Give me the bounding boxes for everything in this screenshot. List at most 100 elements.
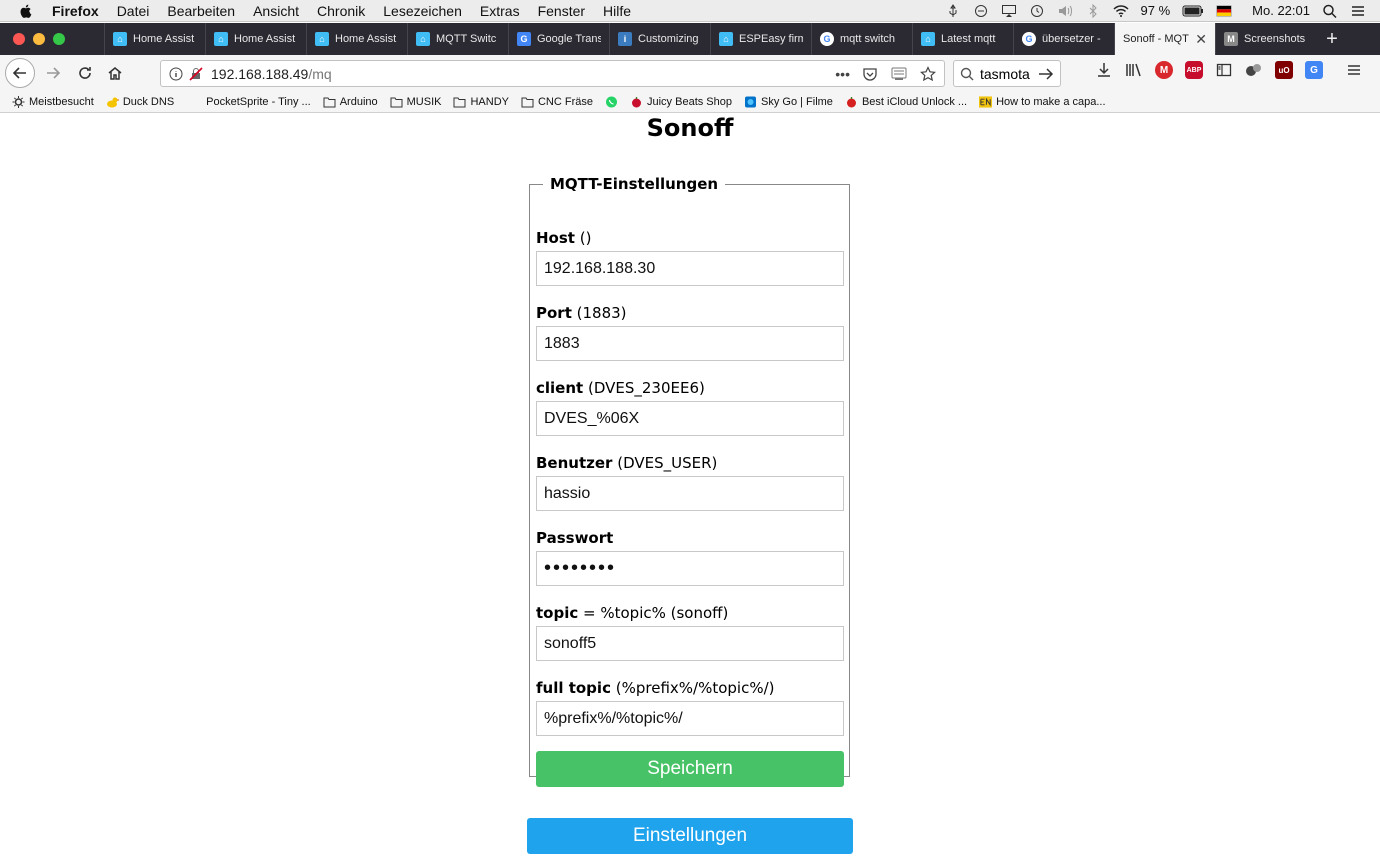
- tab-screenshots[interactable]: M Screenshots: [1215, 23, 1316, 55]
- wifi-icon[interactable]: [1113, 4, 1129, 18]
- tab-home-assistant-3[interactable]: ⌂ Home Assist: [306, 23, 407, 55]
- sidebar-icon[interactable]: [1215, 61, 1233, 79]
- settings-button[interactable]: Einstellungen: [527, 818, 853, 854]
- tab-mqtt-switch-google[interactable]: G mqtt switch: [811, 23, 912, 55]
- volume-icon[interactable]: [1057, 4, 1073, 18]
- thermometer-icon: i: [618, 32, 632, 46]
- topic-input[interactable]: [536, 626, 844, 661]
- menu-hilfe[interactable]: Hilfe: [603, 3, 631, 19]
- battery-icon[interactable]: [1182, 4, 1204, 18]
- folder-icon: [390, 97, 403, 107]
- user-input[interactable]: [536, 476, 844, 511]
- bookmark-whatsapp[interactable]: [605, 96, 618, 108]
- menu-lesezeichen[interactable]: Lesezeichen: [383, 3, 462, 19]
- url-bar[interactable]: 192.168.188.49/mq •••: [160, 60, 945, 87]
- url-actions: •••: [835, 66, 944, 82]
- bookmark-pocketsprite[interactable]: PocketSprite - Tiny ...: [206, 96, 311, 108]
- info-icon[interactable]: [169, 67, 183, 81]
- home-assistant-icon: ⌂: [719, 32, 733, 46]
- time-machine-icon[interactable]: [1029, 4, 1045, 18]
- mega-extension-icon[interactable]: M: [1155, 61, 1173, 79]
- client-hint: (DVES_230EE6): [587, 379, 705, 397]
- tab-mqtt-switch[interactable]: ⌂ MQTT Switc: [407, 23, 508, 55]
- bluetooth-icon[interactable]: [1085, 3, 1101, 18]
- close-tab-icon[interactable]: ✕: [1195, 31, 1207, 48]
- full-topic-field: full topic (%prefix%/%topic%/): [536, 678, 844, 736]
- url-path: /mq: [308, 65, 332, 82]
- gear-icon: [12, 95, 25, 108]
- menu-chronik[interactable]: Chronik: [317, 3, 365, 19]
- flag-icon[interactable]: [1216, 4, 1232, 18]
- home-button[interactable]: [101, 59, 129, 87]
- bookmark-label: Sky Go | Filme: [761, 95, 833, 108]
- tab-strip: ⌂ Home Assist ⌂ Home Assist ⌂ Home Assis…: [0, 23, 1380, 55]
- hamburger-menu-icon[interactable]: [1345, 61, 1363, 79]
- menubar-clock[interactable]: Mo. 22:01: [1252, 3, 1310, 18]
- tab-home-assistant-1[interactable]: ⌂ Home Assist: [104, 23, 205, 55]
- extension-bubbles-icon[interactable]: [1245, 61, 1263, 79]
- reload-icon: [79, 67, 91, 79]
- full-topic-input[interactable]: [536, 701, 844, 736]
- notification-center-icon[interactable]: [1350, 4, 1366, 18]
- reader-view-icon[interactable]: [890, 66, 908, 82]
- new-tab-button[interactable]: +: [1316, 23, 1348, 55]
- menu-app-name[interactable]: Firefox: [52, 3, 99, 19]
- port-input[interactable]: [536, 326, 844, 361]
- minimize-window-button[interactable]: [33, 33, 45, 45]
- home-assistant-icon: ⌂: [214, 32, 228, 46]
- reload-button[interactable]: [71, 59, 99, 87]
- spotlight-search-icon[interactable]: [1322, 4, 1338, 18]
- bookmark-star-icon[interactable]: [920, 65, 936, 82]
- tab-customizing[interactable]: i Customizing: [609, 23, 710, 55]
- host-label: Host (): [536, 228, 844, 248]
- tab-google-translate[interactable]: G Google Trans: [508, 23, 609, 55]
- adblock-plus-icon[interactable]: ABP: [1185, 61, 1203, 79]
- menu-fenster[interactable]: Fenster: [538, 3, 585, 19]
- insecure-lock-icon[interactable]: [189, 66, 203, 81]
- usb-icon[interactable]: [945, 3, 961, 18]
- library-icon[interactable]: [1125, 61, 1143, 79]
- menu-bearbeiten[interactable]: Bearbeiten: [167, 3, 235, 19]
- bookmark-label: Arduino: [339, 95, 378, 108]
- bookmark-folder-arduino[interactable]: Arduino: [323, 96, 378, 108]
- sync-icon[interactable]: [973, 4, 989, 18]
- client-field: client (DVES_230EE6): [536, 378, 844, 436]
- menu-extras[interactable]: Extras: [480, 3, 520, 19]
- bookmark-sky-go[interactable]: Sky Go | Filme: [744, 96, 833, 108]
- screenshots-icon: M: [1224, 32, 1238, 46]
- ublock-origin-icon[interactable]: uO: [1275, 61, 1293, 79]
- forward-button[interactable]: [39, 59, 67, 87]
- host-input[interactable]: [536, 251, 844, 286]
- tab-uebersetzer[interactable]: G übersetzer -: [1013, 23, 1114, 55]
- tab-latest-mqtt[interactable]: ⌂ Latest mqtt: [912, 23, 1013, 55]
- bookmark-icloud-unlock[interactable]: Best iCloud Unlock ...: [845, 96, 967, 108]
- apple-icon[interactable]: [18, 3, 34, 19]
- pocket-icon[interactable]: [862, 66, 878, 82]
- page-content: Sonoff MQTT-Einstellungen Host () Port (…: [0, 113, 1380, 862]
- window-controls: [0, 23, 104, 55]
- bookmark-duck-dns[interactable]: Duck DNS: [106, 96, 174, 108]
- page-actions-icon[interactable]: •••: [835, 66, 850, 82]
- save-button[interactable]: Speichern: [536, 751, 844, 787]
- google-translate-extension-icon[interactable]: G: [1305, 61, 1323, 79]
- password-input[interactable]: [536, 551, 844, 586]
- zoom-window-button[interactable]: [53, 33, 65, 45]
- close-window-button[interactable]: [13, 33, 25, 45]
- bookmark-juicy-beats-shop[interactable]: Juicy Beats Shop: [630, 96, 732, 108]
- tab-sonoff-active[interactable]: Sonoff - MQT ✕: [1114, 23, 1215, 55]
- airplay-icon[interactable]: [1001, 4, 1017, 18]
- bookmark-meistbesucht[interactable]: Meistbesucht: [12, 95, 94, 108]
- downloads-icon[interactable]: [1095, 61, 1113, 79]
- bookmark-folder-handy[interactable]: HANDY: [453, 96, 509, 108]
- client-input[interactable]: [536, 401, 844, 436]
- menu-ansicht[interactable]: Ansicht: [253, 3, 299, 19]
- bookmark-how-to-capacitor[interactable]: How to make a capa...: [979, 96, 1106, 108]
- back-button[interactable]: [5, 58, 35, 88]
- menu-datei[interactable]: Datei: [117, 3, 150, 19]
- tab-espeasy[interactable]: ⌂ ESPEasy firm: [710, 23, 811, 55]
- bookmark-folder-musik[interactable]: MUSIK: [390, 96, 441, 108]
- search-go-arrow-icon[interactable]: [1038, 67, 1054, 81]
- tab-home-assistant-2[interactable]: ⌂ Home Assist: [205, 23, 306, 55]
- search-bar[interactable]: tasmota: [953, 60, 1061, 87]
- bookmark-folder-cnc-fraese[interactable]: CNC Fräse: [521, 96, 593, 108]
